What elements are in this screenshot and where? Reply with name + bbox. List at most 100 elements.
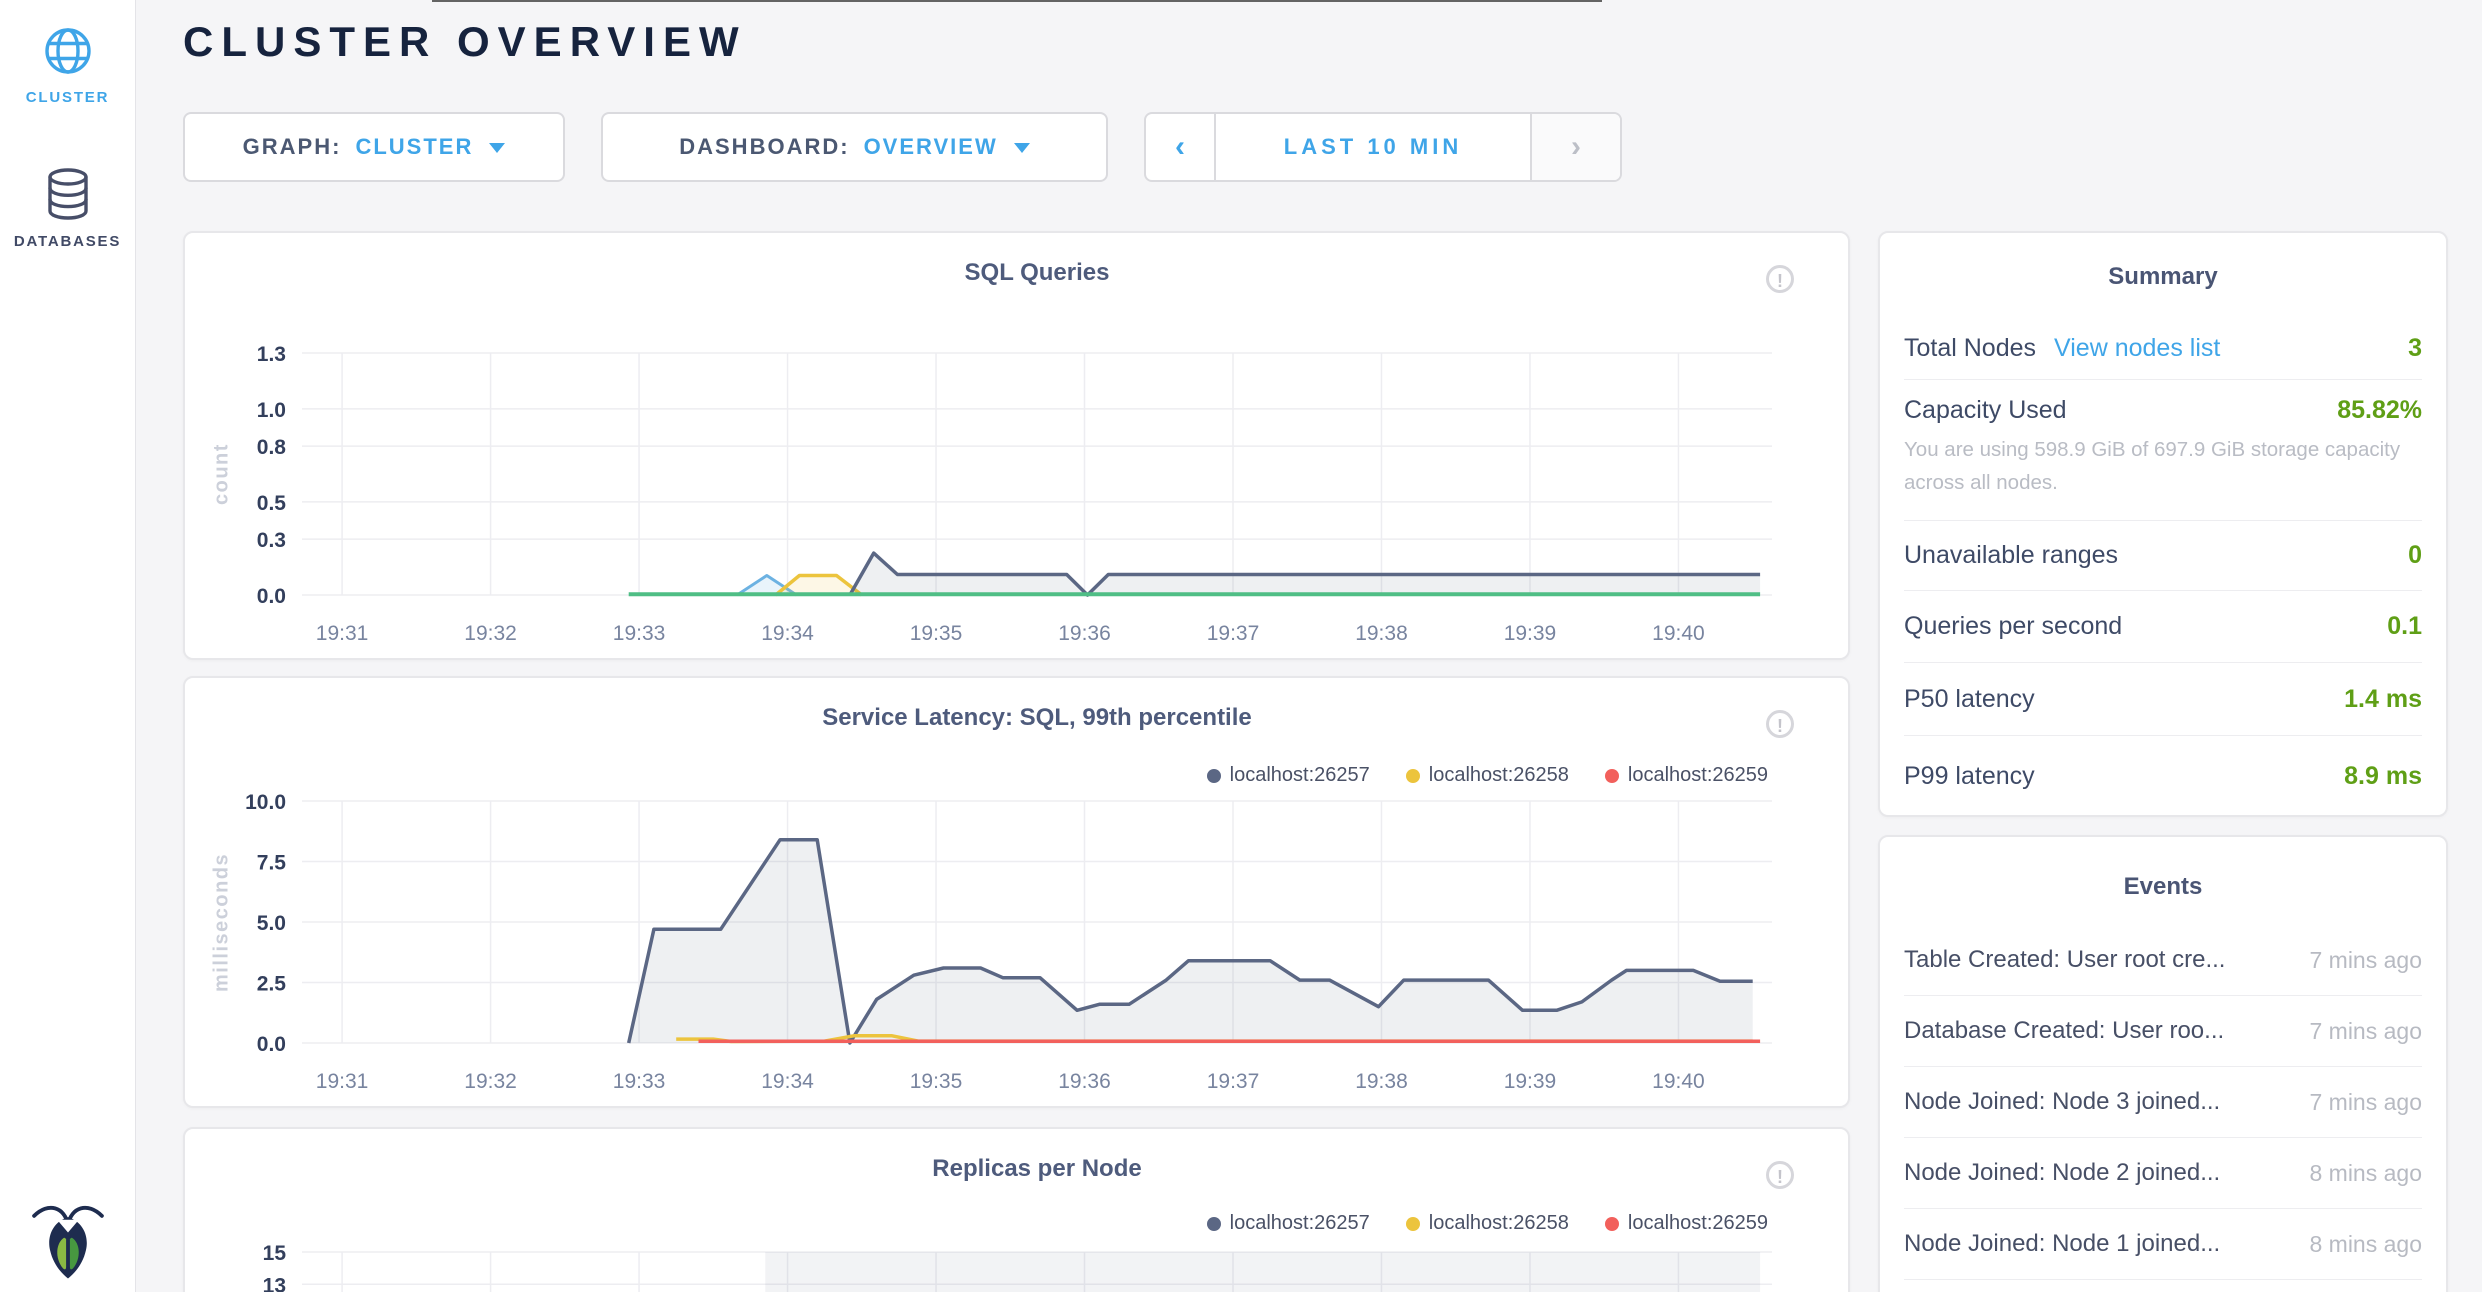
chart-title: Service Latency: SQL, 99th percentile	[302, 704, 1772, 732]
legend-label: localhost:26259	[1628, 1212, 1768, 1235]
summary-row-value: 3	[2408, 334, 2422, 363]
legend-dot-icon	[1406, 1217, 1420, 1231]
page-title: CLUSTER OVERVIEW	[183, 18, 747, 66]
info-icon[interactable]: !	[1766, 265, 1794, 293]
legend-label: localhost:26259	[1628, 764, 1768, 787]
x-axis-tick-label: 19:37	[1207, 622, 1260, 645]
chart-title: SQL Queries	[302, 259, 1772, 287]
summary-rows: Total NodesView nodes list 3 Capacity Used…	[1904, 317, 2422, 816]
chart-canvas: 151319:3119:3219:3319:3419:3519:3619:371…	[185, 1129, 1852, 1292]
x-axis-tick-label: 19:36	[1058, 1070, 1111, 1093]
gridlines	[302, 353, 1772, 595]
sidebar-item-label: CLUSTER	[0, 89, 135, 106]
legend-dot-icon	[1605, 1217, 1619, 1231]
x-axis-tick-label: 19:39	[1504, 1070, 1557, 1093]
event-timestamp: 7 mins ago	[2309, 1018, 2422, 1045]
dashboard-dropdown[interactable]: DASHBOARD: OVERVIEW	[601, 112, 1108, 182]
legend-item: localhost:26259	[1605, 764, 1768, 787]
x-axis-tick-label: 19:33	[613, 1070, 666, 1093]
events-list: Table Created: User root cre...7 mins ag…	[1904, 925, 2422, 1280]
info-icon[interactable]: !	[1766, 1161, 1794, 1189]
graph-dropdown[interactable]: GRAPH: CLUSTER	[183, 112, 565, 182]
event-row[interactable]: Node Joined: Node 1 joined... 8 mins ago	[1904, 1209, 2422, 1280]
event-text: Node Joined: Node 2 joined...	[1904, 1159, 2220, 1187]
sidebar-item-label: DATABASES	[0, 233, 135, 250]
y-axis-tick-label: 0.0	[257, 585, 286, 608]
summary-row-label: Queries per second	[1904, 612, 2122, 641]
chart-legend: localhost:26257localhost:26258localhost:…	[1207, 764, 1768, 787]
x-axis-tick-label: 19:32	[464, 1070, 517, 1093]
x-axis-tick-label: 19:39	[1504, 622, 1557, 645]
chart-legend: localhost:26257localhost:26258localhost:…	[1207, 1212, 1768, 1235]
x-axis-tick-label: 19:38	[1355, 622, 1408, 645]
time-range-next-button[interactable]: ›	[1530, 114, 1620, 180]
legend-dot-icon	[1207, 769, 1221, 783]
summary-panel: Summary Total NodesView nodes list3Capac…	[1878, 231, 2448, 817]
x-axis-tick-label: 19:35	[910, 622, 963, 645]
gridlines	[302, 1252, 1772, 1292]
legend-item: localhost:26259	[1605, 1212, 1768, 1235]
summary-row-value: 1.4 ms	[2344, 685, 2422, 714]
view-nodes-list-link[interactable]: View nodes list	[2054, 334, 2220, 362]
summary-row-value: 85.82%	[2337, 396, 2422, 425]
x-axis-tick-label: 19:40	[1652, 622, 1705, 645]
event-row[interactable]: Node Joined: Node 3 joined...7 mins ago	[1904, 1067, 2422, 1138]
y-axis-tick-label: 0.3	[257, 529, 286, 552]
summary-row-label: Unavailable ranges	[1904, 541, 2118, 570]
sql-queries-chart-card: SQL Queries ! count 0.00.30.50.81.01.319…	[183, 231, 1850, 660]
event-text: Node Joined: Node 1 joined...	[1904, 1230, 2220, 1258]
replicas-per-node-chart-card: Replicas per Node ! localhost:26257local…	[183, 1127, 1850, 1292]
x-axis-tick-label: 19:33	[613, 622, 666, 645]
summary-row: P99 latency 8.9 ms	[1904, 736, 2422, 816]
event-text: Node Joined: Node 3 joined...	[1904, 1088, 2220, 1116]
summary-row-label: P50 latency	[1904, 685, 2035, 714]
graph-dropdown-value: CLUSTER	[355, 134, 473, 160]
service-latency-chart-card: Service Latency: SQL, 99th percentile ! …	[183, 676, 1850, 1108]
y-axis-tick-label: 1.3	[257, 343, 286, 366]
summary-row-label: Capacity Used	[1904, 396, 2067, 425]
y-axis-unit-label: count	[207, 353, 237, 596]
sidebar-item-databases[interactable]: DATABASES	[0, 168, 135, 250]
x-axis-tick-label: 19:35	[910, 1070, 963, 1093]
time-range-prev-button[interactable]: ‹	[1146, 114, 1216, 180]
series-yellow	[776, 576, 862, 596]
x-axis-tick-label: 19:32	[464, 622, 517, 645]
graph-dropdown-label: GRAPH:	[243, 134, 342, 160]
series-localhost:26257	[629, 840, 1753, 1043]
series-localhost:26258	[676, 1036, 1753, 1042]
chart-title: Replicas per Node	[302, 1155, 1772, 1183]
database-icon	[43, 207, 93, 224]
sidebar-item-cluster[interactable]: CLUSTER	[0, 26, 135, 106]
summary-row-value: 8.9 ms	[2344, 762, 2422, 791]
y-axis-tick-label: 13	[263, 1274, 286, 1292]
x-axis-tick-label: 19:37	[1207, 1070, 1260, 1093]
y-axis-tick-label: 0.8	[257, 436, 287, 459]
summary-row: Queries per second0.1	[1904, 591, 2422, 663]
x-axis-tick-label: 19:36	[1058, 622, 1111, 645]
legend-dot-icon	[1406, 769, 1420, 783]
y-axis-tick-label: 5.0	[257, 912, 286, 935]
events-title: Events	[1880, 873, 2446, 901]
time-range-value[interactable]: LAST 10 MIN	[1216, 114, 1530, 180]
events-panel: Events Table Created: User root cre...7 …	[1878, 835, 2448, 1292]
x-axis-tick-label: 19:34	[761, 1070, 814, 1093]
series-slate	[850, 553, 1760, 595]
summary-row-label: P99 latency	[1904, 762, 2035, 791]
cluster-overview-page: CLUSTER DATABASES	[0, 0, 2482, 1292]
x-axis-tick-label: 19:34	[761, 622, 814, 645]
event-row[interactable]: Node Joined: Node 2 joined...8 mins ago	[1904, 1138, 2422, 1209]
cockroachdb-logo	[0, 1198, 135, 1292]
y-axis-tick-label: 15	[263, 1242, 287, 1265]
chart-canvas: 0.02.55.07.510.019:3119:3219:3319:3419:3…	[185, 678, 1852, 1110]
summary-row: P50 latency 1.4 ms	[1904, 663, 2422, 736]
event-timestamp: 8 mins ago	[2309, 1231, 2422, 1258]
event-row[interactable]: Table Created: User root cre...7 mins ag…	[1904, 925, 2422, 996]
event-row[interactable]: Database Created: User roo...7 mins ago	[1904, 996, 2422, 1067]
x-axis-tick-label: 19:38	[1355, 1070, 1408, 1093]
series-localhost:26257	[765, 1252, 1760, 1292]
info-icon[interactable]: !	[1766, 710, 1794, 738]
summary-row: Total NodesView nodes list 3	[1904, 317, 2422, 380]
axis-labels: 0.02.55.07.510.019:3119:3219:3319:3419:3…	[245, 791, 1705, 1093]
y-axis-tick-label: 0.5	[257, 492, 287, 515]
summary-row-label: Total NodesView nodes list	[1904, 334, 2220, 363]
